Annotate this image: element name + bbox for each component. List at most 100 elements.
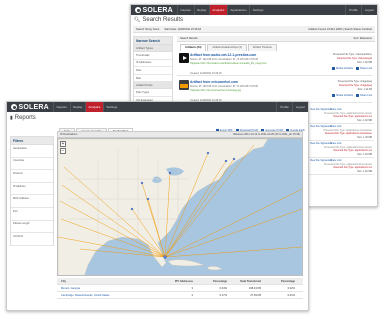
filter-group-header: Artifact Types xyxy=(134,45,172,52)
view-signatures-link[interactable]: View File Signatures xyxy=(310,159,332,162)
filter-item[interactable]: IP Addresses xyxy=(134,59,172,68)
share-link[interactable]: Share Link xyxy=(330,142,341,145)
solera-logo[interactable]: SOLERA xyxy=(7,104,53,111)
zoom-out-button[interactable]: − xyxy=(60,148,66,154)
search-string: Search String: None xyxy=(136,27,160,31)
page-title-text: Reports xyxy=(14,115,36,121)
filter-group-header: Artifact Kinds xyxy=(134,82,172,90)
result-action-link[interactable]: Similar Artifacts xyxy=(331,67,354,70)
filter-item[interactable]: Countries xyxy=(11,157,53,171)
map-date-range: Between 2011-10-14 to 2011-10-28 (45 to … xyxy=(233,133,300,136)
filter-item[interactable]: Files xyxy=(134,67,172,75)
map-title: IP Destinations xyxy=(60,133,78,136)
user-nav-item-0[interactable]: Profile xyxy=(276,102,292,112)
filter-item[interactable]: Geolocation xyxy=(11,145,53,158)
column-header[interactable]: City xyxy=(57,280,161,283)
table-cell: 0.02% xyxy=(287,286,295,290)
column-header[interactable]: IPV Addresses xyxy=(161,280,195,283)
result-presented-type: Presented File Type: image/jpeg xyxy=(337,80,372,83)
share-link[interactable]: Share Link xyxy=(330,159,341,162)
filter-item[interactable]: MAC Address xyxy=(11,195,53,208)
result-detected-type: Detected File Type: image/jpeg xyxy=(339,84,372,87)
page-title: 🔍︎ Search Results xyxy=(134,17,183,23)
result-item-compact: View File Signatures Share Link Presented … xyxy=(308,123,374,141)
table-cell: 0.17% xyxy=(219,293,227,297)
column-header[interactable]: Data Transferred xyxy=(229,280,263,283)
result-title-link[interactable]: Artifact from ceicuanrhel.com xyxy=(190,80,238,84)
view-signatures-link[interactable]: View File Signatures xyxy=(310,108,332,111)
map-canvas xyxy=(58,139,302,275)
start-date: Start Date: 11/28/2011 15:36:18 xyxy=(164,27,201,31)
column-header[interactable]: Percentage xyxy=(195,280,229,283)
geolocation-table: City IPV Addresses Percentage Data Transfer… xyxy=(57,278,303,299)
table-row: Mexico, Georgia 3 0.04% 168.43 KB 0.02% xyxy=(57,285,303,292)
result-url[interactable]: Originate URL: http://ulamiu.edu/ftd1/pr… xyxy=(190,62,267,65)
filter-item[interactable]: Port xyxy=(11,207,53,221)
nav-item-0[interactable]: Capture xyxy=(176,5,194,15)
share-link[interactable]: Share Link xyxy=(330,108,341,111)
column-header[interactable]: Percentage xyxy=(263,280,297,283)
nav-item-4[interactable]: Settings xyxy=(249,5,266,15)
zoom-in-button[interactable]: + xyxy=(60,141,66,147)
table-row: Cambridge, Massachusetts, United States 4… xyxy=(57,292,303,299)
page-title: ▮ Reports xyxy=(10,115,36,121)
nav-item-2[interactable]: Analytics xyxy=(208,5,227,15)
video-file-icon xyxy=(179,53,189,63)
solera-logo[interactable]: SOLERA xyxy=(131,7,177,14)
link-icon xyxy=(356,94,360,97)
search-icon: 🔍︎ xyxy=(134,17,141,23)
brand-name: SOLERA xyxy=(18,103,49,111)
nav-item-3[interactable]: Settings xyxy=(102,102,120,112)
result-item-compact: View File Signatures Share Link Presented … xyxy=(308,106,374,124)
filter-item[interactable]: Protocol xyxy=(11,170,53,183)
city-link[interactable]: Cambridge, Massachusetts, United States xyxy=(57,294,161,297)
result-actions: Similar Artifacts Share Link xyxy=(331,94,372,97)
signature-icon xyxy=(331,67,335,70)
result-item-compact: View File Signatures Share Link Presented … xyxy=(308,157,374,175)
table-header-row: City IPV Addresses Percentage Data Transfer… xyxy=(57,278,303,285)
view-signatures-link[interactable]: View File Signatures xyxy=(310,142,332,145)
page-title-text: Search Results xyxy=(142,17,184,23)
nav-item-2[interactable]: Analytics xyxy=(84,102,103,112)
file-size: Size: 1.46 MB xyxy=(357,135,372,139)
result-action-link[interactable]: Share Link xyxy=(356,94,372,97)
table-cell: 0.04% xyxy=(219,286,227,290)
filter-item[interactable]: Mail xyxy=(134,74,172,83)
filter-item[interactable]: Files Types xyxy=(134,89,172,97)
map-zoom-control: + − xyxy=(60,141,66,155)
filter-item[interactable]: Thumbnails xyxy=(134,52,172,60)
brand-name: SOLERA xyxy=(142,6,173,14)
nav-item-3[interactable]: Applications xyxy=(226,5,249,15)
filter-item[interactable]: IP Address xyxy=(11,182,53,196)
sort-select[interactable]: Sort: Relevance xyxy=(354,37,372,40)
nav-item-0[interactable]: Capture xyxy=(52,102,70,112)
result-item: Artifact from ceicuanrhel.com Source: IP:… xyxy=(177,77,372,103)
table-cell: 3 xyxy=(191,286,193,290)
file-size: Size: 1.62 MB xyxy=(357,169,372,173)
result-title-link[interactable]: Artifact from audio-net-12.1-presitea.co… xyxy=(190,53,256,57)
action-label: Similar Artifacts xyxy=(335,67,354,70)
filter-item[interactable]: Packet Length xyxy=(11,220,53,234)
result-detected-type: Detected File Type: video/mpeg4 xyxy=(337,57,372,60)
result-size: Size: 1.12 KB xyxy=(357,88,373,91)
file-size: Size: 1.62 MB xyxy=(357,118,372,122)
result-action-link[interactable]: Similar Artifacts xyxy=(331,94,353,97)
city-link[interactable]: Mexico, Georgia xyxy=(57,287,161,290)
nav-item-1[interactable]: Replay xyxy=(69,102,85,112)
action-label: Share Link xyxy=(360,94,372,97)
result-actions: Similar Artifacts Share Link xyxy=(331,67,372,70)
user-nav-item-1[interactable]: Logout xyxy=(291,102,308,112)
nav-item-1[interactable]: Replay xyxy=(193,5,209,15)
result-action-link[interactable]: Share Link xyxy=(356,67,372,70)
filter-item[interactable]: VLAN ID xyxy=(11,233,53,246)
result-url[interactable]: Originate URL: http://ceicuanrhel.com/im… xyxy=(190,89,241,92)
signature-icon xyxy=(331,94,335,97)
share-link[interactable]: Share Link xyxy=(330,125,341,128)
narrow-search-header: Narrow Search xyxy=(134,37,172,45)
main-nav: Capture Replay Analytics Settings xyxy=(52,102,120,112)
user-nav-item-1[interactable]: Logout xyxy=(360,5,377,15)
top-nav-bar: SOLERA Capture Replay Analytics Application… xyxy=(131,5,377,15)
user-nav-item-0[interactable]: Profile xyxy=(345,5,361,15)
geolocation-map[interactable]: + − xyxy=(57,138,303,276)
view-signatures-link[interactable]: View File Signatures xyxy=(310,125,332,128)
